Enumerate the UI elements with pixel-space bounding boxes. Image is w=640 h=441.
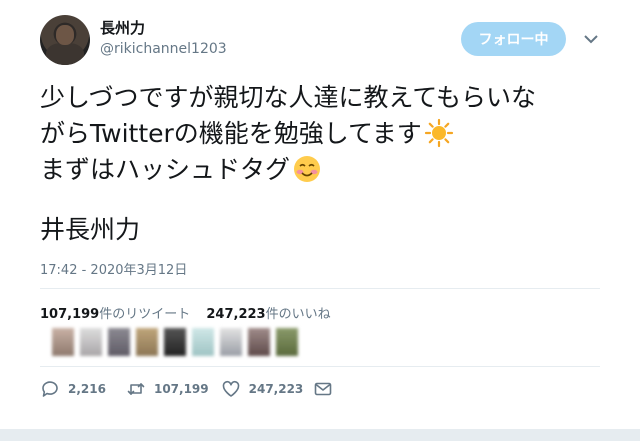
liker-avatar[interactable]: [220, 328, 242, 356]
following-button[interactable]: フォロー中: [461, 22, 566, 56]
avatar[interactable]: [40, 15, 90, 65]
retweet-icon: [127, 383, 145, 395]
liker-avatar[interactable]: [136, 328, 158, 356]
avatar-body-shape: [46, 43, 84, 65]
like-stat[interactable]: 247,223件のいいね: [206, 307, 330, 322]
retweet-stat-label: 件のリツイート: [99, 307, 191, 322]
tweet-text: 少しづつですが親切な人達に教えてもらいな がらTwitterの機能を勉強してます…: [40, 80, 600, 188]
divider: [40, 288, 600, 289]
like-count: 247,223: [248, 382, 304, 396]
tweet-line-1: 少しづつですが親切な人達に教えてもらいな: [40, 83, 537, 112]
liker-avatar[interactable]: [80, 328, 102, 356]
engagement-stats: 107,199件のリツイート 247,223件のいいね: [40, 303, 331, 322]
reply-button[interactable]: 2,216: [40, 379, 106, 399]
like-stat-label: 件のいいね: [265, 307, 331, 322]
tweet-timestamp[interactable]: 17:42 - 2020年3月12日: [40, 259, 187, 278]
avatar-face-shape: [56, 25, 74, 45]
divider: [40, 366, 600, 367]
liker-avatar[interactable]: [108, 328, 130, 356]
smiling-face-emoji-icon: [294, 156, 321, 182]
heart-icon: [222, 380, 239, 397]
mail-icon: [314, 382, 332, 396]
retweet-count: 107,199: [153, 382, 209, 396]
liker-avatar[interactable]: [192, 328, 214, 356]
direct-message-button[interactable]: [313, 379, 341, 399]
page-footer-strip: [0, 429, 640, 441]
tweet-line-3-wrapper: まずはハッシュドタグ: [40, 152, 600, 188]
tweet-line-2-wrapper: がらTwitterの機能を勉強してます: [40, 116, 600, 152]
liker-avatars: [52, 328, 312, 358]
reply-icon: [42, 381, 58, 397]
liker-avatar[interactable]: [164, 328, 186, 356]
tweet-actions: 2,216 107,199 247,223: [40, 378, 341, 400]
sun-emoji-icon: [424, 118, 453, 148]
like-button[interactable]: 247,223: [221, 379, 304, 399]
retweet-stat[interactable]: 107,199件のリツイート: [40, 307, 190, 322]
tweet-signature: 井長州力: [40, 215, 141, 244]
display-name[interactable]: 長州力: [100, 17, 145, 38]
reply-count: 2,216: [68, 382, 106, 396]
liker-avatar[interactable]: [276, 328, 298, 356]
liker-avatar[interactable]: [52, 328, 74, 356]
liker-avatar[interactable]: [248, 328, 270, 356]
tweet-line-3: まずはハッシュドタグ: [40, 155, 291, 184]
chevron-down-icon[interactable]: [582, 30, 600, 48]
retweet-button[interactable]: 107,199: [126, 379, 209, 399]
user-handle[interactable]: @rikichannel1203: [100, 41, 227, 57]
retweet-stat-count: 107,199: [40, 307, 100, 322]
like-stat-count: 247,223: [206, 307, 266, 322]
tweet-line-2: がらTwitterの機能を勉強してます: [40, 119, 422, 148]
